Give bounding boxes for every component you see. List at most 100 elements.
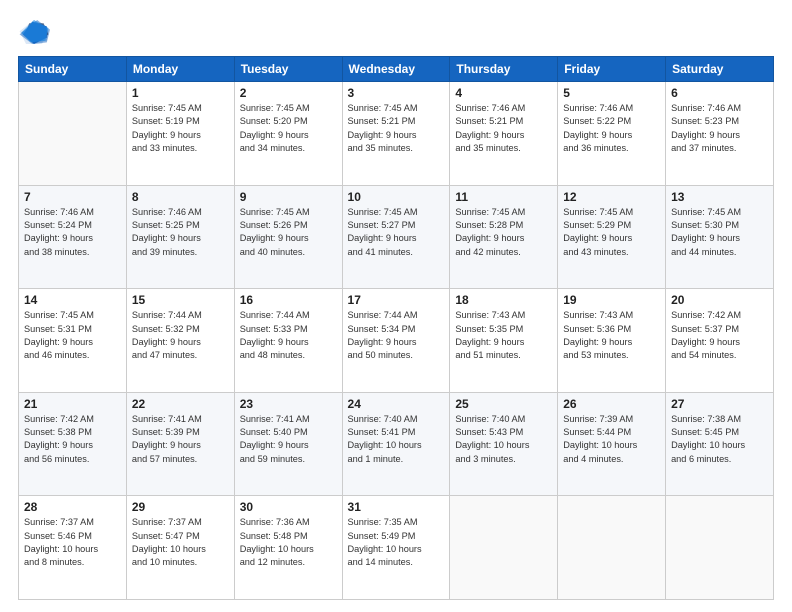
day-info: Sunrise: 7:38 AM Sunset: 5:45 PM Dayligh… — [671, 413, 768, 466]
calendar-cell: 11Sunrise: 7:45 AM Sunset: 5:28 PM Dayli… — [450, 185, 558, 289]
weekday-saturday: Saturday — [666, 57, 774, 82]
calendar-cell: 29 Sunrise: 7:37 AM Sunset: 5:47 PM Dayli… — [126, 496, 234, 600]
day-number: 3 — [348, 86, 445, 100]
weekday-row: SundayMondayTuesdayWednesdayThursdayFrid… — [19, 57, 774, 82]
day-number: 10 — [348, 190, 445, 204]
day-info: Sunrise: 7:41 AM Sunset: 5:39 PM Dayligh… — [132, 413, 229, 466]
day-number: 6 — [671, 86, 768, 100]
day-number: 4 — [455, 86, 552, 100]
page: SundayMondayTuesdayWednesdayThursdayFrid… — [0, 0, 792, 612]
day-number: 21 — [24, 397, 121, 411]
calendar-cell: 10 Sunrise: 7:45 AM Sunset: 5:27 PM Dayli… — [342, 185, 450, 289]
day-info: Sunrise: 7:44 AM Sunset: 5:34 PM Dayligh… — [348, 309, 445, 362]
day-info: Sunrise: 7:45 AM Sunset: 5:30 PM Dayligh… — [671, 206, 768, 259]
day-info: Sunrise: 7:42 AM Sunset: 5:37 PM Dayligh… — [671, 309, 768, 362]
day-number: 5 — [563, 86, 660, 100]
weekday-monday: Monday — [126, 57, 234, 82]
weekday-sunday: Sunday — [19, 57, 127, 82]
day-info: Sunrise: 7:45 AM Sunset: 5:27 PM Dayligh… — [348, 206, 445, 259]
calendar-cell: 4Sunrise: 7:46 AM Sunset: 5:21 PM Daylig… — [450, 82, 558, 186]
day-number: 13 — [671, 190, 768, 204]
day-info: Sunrise: 7:36 AM Sunset: 5:48 PM Dayligh… — [240, 516, 337, 569]
day-number: 23 — [240, 397, 337, 411]
calendar-cell — [450, 496, 558, 600]
calendar-cell: 21 Sunrise: 7:42 AM Sunset: 5:38 PM Dayli… — [19, 392, 127, 496]
day-number: 19 — [563, 293, 660, 307]
calendar-cell: 26 Sunrise: 7:39 AM Sunset: 5:44 PM Dayli… — [558, 392, 666, 496]
week-row-2: 7 Sunrise: 7:46 AM Sunset: 5:24 PM Daylig… — [19, 185, 774, 289]
day-info: Sunrise: 7:45 AM Sunset: 5:26 PM Dayligh… — [240, 206, 337, 259]
calendar-cell: 25 Sunrise: 7:40 AM Sunset: 5:43 PM Dayli… — [450, 392, 558, 496]
calendar-cell: 22 Sunrise: 7:41 AM Sunset: 5:39 PM Dayli… — [126, 392, 234, 496]
day-info: Sunrise: 7:46 AM Sunset: 5:22 PM Dayligh… — [563, 102, 660, 155]
day-number: 26 — [563, 397, 660, 411]
day-number: 2 — [240, 86, 337, 100]
day-info: Sunrise: 7:40 AM Sunset: 5:43 PM Dayligh… — [455, 413, 552, 466]
day-info: Sunrise: 7:45 AM Sunset: 5:31 PM Dayligh… — [24, 309, 121, 362]
day-info: Sunrise: 7:45 AM Sunset: 5:29 PM Dayligh… — [563, 206, 660, 259]
calendar-cell: 16 Sunrise: 7:44 AM Sunset: 5:33 PM Dayli… — [234, 289, 342, 393]
day-info: Sunrise: 7:42 AM Sunset: 5:38 PM Dayligh… — [24, 413, 121, 466]
day-number: 29 — [132, 500, 229, 514]
calendar-cell: 14 Sunrise: 7:45 AM Sunset: 5:31 PM Dayli… — [19, 289, 127, 393]
day-info: Sunrise: 7:45 AM Sunset: 5:21 PM Dayligh… — [348, 102, 445, 155]
weekday-tuesday: Tuesday — [234, 57, 342, 82]
week-row-3: 14 Sunrise: 7:45 AM Sunset: 5:31 PM Dayli… — [19, 289, 774, 393]
calendar-cell: 2 Sunrise: 7:45 AM Sunset: 5:20 PM Daylig… — [234, 82, 342, 186]
day-info: Sunrise: 7:46 AM Sunset: 5:25 PM Dayligh… — [132, 206, 229, 259]
day-info: Sunrise: 7:45 AM Sunset: 5:20 PM Dayligh… — [240, 102, 337, 155]
calendar-cell: 9 Sunrise: 7:45 AM Sunset: 5:26 PM Daylig… — [234, 185, 342, 289]
calendar-table: SundayMondayTuesdayWednesdayThursdayFrid… — [18, 56, 774, 600]
day-number: 22 — [132, 397, 229, 411]
day-info: Sunrise: 7:43 AM Sunset: 5:36 PM Dayligh… — [563, 309, 660, 362]
day-info: Sunrise: 7:35 AM Sunset: 5:49 PM Dayligh… — [348, 516, 445, 569]
calendar-cell: 20 Sunrise: 7:42 AM Sunset: 5:37 PM Dayli… — [666, 289, 774, 393]
day-info: Sunrise: 7:45 AM Sunset: 5:28 PM Dayligh… — [455, 206, 552, 259]
day-number: 1 — [132, 86, 229, 100]
day-info: Sunrise: 7:40 AM Sunset: 5:41 PM Dayligh… — [348, 413, 445, 466]
calendar-cell — [558, 496, 666, 600]
calendar-cell — [19, 82, 127, 186]
day-number: 15 — [132, 293, 229, 307]
day-info: Sunrise: 7:37 AM Sunset: 5:47 PM Dayligh… — [132, 516, 229, 569]
calendar-cell: 19 Sunrise: 7:43 AM Sunset: 5:36 PM Dayli… — [558, 289, 666, 393]
day-number: 31 — [348, 500, 445, 514]
day-info: Sunrise: 7:44 AM Sunset: 5:33 PM Dayligh… — [240, 309, 337, 362]
logo — [18, 18, 54, 46]
calendar-cell: 31 Sunrise: 7:35 AM Sunset: 5:49 PM Dayli… — [342, 496, 450, 600]
day-number: 24 — [348, 397, 445, 411]
day-info: Sunrise: 7:45 AM Sunset: 5:19 PM Dayligh… — [132, 102, 229, 155]
day-number: 20 — [671, 293, 768, 307]
calendar-cell: 24 Sunrise: 7:40 AM Sunset: 5:41 PM Dayli… — [342, 392, 450, 496]
calendar-cell — [666, 496, 774, 600]
day-number: 30 — [240, 500, 337, 514]
calendar-cell: 15 Sunrise: 7:44 AM Sunset: 5:32 PM Dayli… — [126, 289, 234, 393]
day-info: Sunrise: 7:46 AM Sunset: 5:23 PM Dayligh… — [671, 102, 768, 155]
day-number: 9 — [240, 190, 337, 204]
calendar-cell: 5 Sunrise: 7:46 AM Sunset: 5:22 PM Daylig… — [558, 82, 666, 186]
day-info: Sunrise: 7:46 AM Sunset: 5:24 PM Dayligh… — [24, 206, 121, 259]
day-number: 17 — [348, 293, 445, 307]
day-number: 14 — [24, 293, 121, 307]
day-number: 8 — [132, 190, 229, 204]
calendar-body: 1 Sunrise: 7:45 AM Sunset: 5:19 PM Daylig… — [19, 82, 774, 600]
calendar-cell: 28Sunrise: 7:37 AM Sunset: 5:46 PM Dayli… — [19, 496, 127, 600]
day-number: 18 — [455, 293, 552, 307]
day-number: 25 — [455, 397, 552, 411]
calendar-cell: 30 Sunrise: 7:36 AM Sunset: 5:48 PM Dayli… — [234, 496, 342, 600]
day-info: Sunrise: 7:41 AM Sunset: 5:40 PM Dayligh… — [240, 413, 337, 466]
calendar-cell: 13 Sunrise: 7:45 AM Sunset: 5:30 PM Dayli… — [666, 185, 774, 289]
calendar-cell: 17 Sunrise: 7:44 AM Sunset: 5:34 PM Dayli… — [342, 289, 450, 393]
calendar-cell: 6 Sunrise: 7:46 AM Sunset: 5:23 PM Daylig… — [666, 82, 774, 186]
day-number: 12 — [563, 190, 660, 204]
day-info: Sunrise: 7:39 AM Sunset: 5:44 PM Dayligh… — [563, 413, 660, 466]
day-number: 7 — [24, 190, 121, 204]
calendar-header: SundayMondayTuesdayWednesdayThursdayFrid… — [19, 57, 774, 82]
weekday-wednesday: Wednesday — [342, 57, 450, 82]
header — [18, 18, 774, 46]
day-info: Sunrise: 7:44 AM Sunset: 5:32 PM Dayligh… — [132, 309, 229, 362]
day-number: 16 — [240, 293, 337, 307]
calendar-cell: 8 Sunrise: 7:46 AM Sunset: 5:25 PM Daylig… — [126, 185, 234, 289]
weekday-friday: Friday — [558, 57, 666, 82]
calendar-cell: 27Sunrise: 7:38 AM Sunset: 5:45 PM Dayli… — [666, 392, 774, 496]
